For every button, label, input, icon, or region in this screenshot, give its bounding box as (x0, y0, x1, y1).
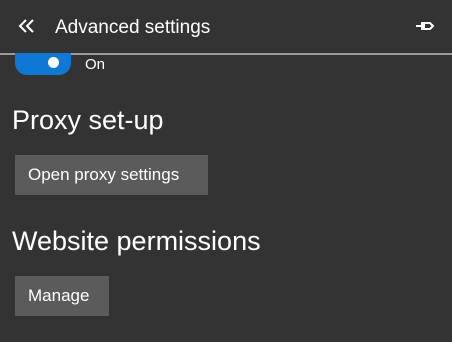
pin-button[interactable] (412, 15, 438, 41)
toggle-row: On (15, 53, 106, 77)
toggle-knob (48, 57, 59, 68)
advanced-settings-panel: Advanced settings On Proxy set-up Open p… (0, 0, 452, 342)
proxy-setup-heading: Proxy set-up (12, 105, 164, 135)
page-title: Advanced settings (55, 17, 211, 38)
back-button[interactable] (14, 15, 40, 41)
toggle-switch[interactable] (15, 53, 71, 75)
pin-icon (415, 18, 435, 39)
chevron-double-left-icon (18, 17, 36, 40)
manage-button[interactable]: Manage (15, 276, 109, 316)
open-proxy-settings-button[interactable]: Open proxy settings (15, 155, 208, 195)
header: Advanced settings (0, 0, 452, 55)
website-permissions-heading: Website permissions (12, 226, 261, 256)
toggle-state-label: On (85, 56, 106, 73)
